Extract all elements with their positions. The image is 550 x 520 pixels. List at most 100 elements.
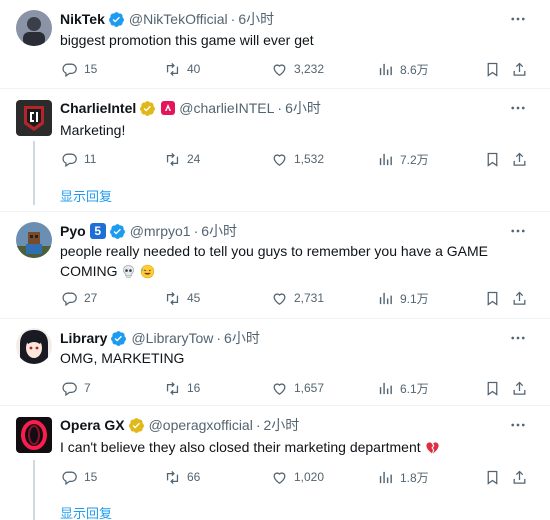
bookmark-button[interactable] <box>484 59 501 79</box>
tweet-header: Library @LibraryTow · 6小时 <box>60 328 260 348</box>
views-icon <box>379 382 392 394</box>
author-handle[interactable]: @NikTekOfficial <box>129 11 228 27</box>
reply-icon <box>62 382 77 396</box>
author-handle[interactable]: @charlieINTEL <box>179 100 274 116</box>
separator: · <box>277 100 283 116</box>
separator: · <box>230 11 236 27</box>
timestamp[interactable]: 6小时 <box>238 9 274 29</box>
timestamp[interactable]: 6小时 <box>201 221 237 241</box>
like-button[interactable]: 2,731 <box>271 288 324 308</box>
broken-heart-emoji-icon <box>425 442 439 454</box>
reply-icon <box>62 153 77 167</box>
separator: · <box>216 330 222 346</box>
action-bar: 15 40 3,232 8.6万 <box>56 59 536 79</box>
affiliate-badge-icon[interactable] <box>161 101 176 115</box>
timestamp[interactable]: 2小时 <box>264 415 300 435</box>
bookmark-icon <box>487 470 498 485</box>
separator: · <box>255 417 261 433</box>
tweet-header: CharlieIntel @charlieINTEL · 6小时 <box>60 98 321 118</box>
author-name[interactable]: Library <box>60 330 107 346</box>
like-button[interactable]: 1,532 <box>271 149 324 169</box>
avatar[interactable] <box>16 328 52 364</box>
retweet-button[interactable]: 16 <box>164 378 200 398</box>
avatar[interactable] <box>16 100 52 136</box>
action-bar: 15 66 1,020 1.8万 <box>56 467 536 487</box>
tweet-text: OMG, MARKETING <box>60 350 185 366</box>
like-button[interactable]: 1,020 <box>271 467 324 487</box>
more-icon[interactable] <box>508 9 528 29</box>
avatar[interactable] <box>16 10 52 46</box>
views-button[interactable]: 7.2万 <box>377 149 429 169</box>
retweet-button[interactable]: 40 <box>164 59 200 79</box>
bookmark-button[interactable] <box>484 467 501 487</box>
more-icon[interactable] <box>508 221 528 241</box>
views-icon <box>379 292 392 304</box>
reply-button[interactable]: 7 <box>61 378 91 398</box>
rofl-emoji-icon <box>141 264 155 279</box>
verified-blue-icon <box>110 330 127 347</box>
share-button[interactable] <box>511 288 528 308</box>
share-button[interactable] <box>511 59 528 79</box>
author-name[interactable]: Pyo <box>60 223 86 239</box>
verified-gold-icon <box>139 100 156 117</box>
tweet-operagx[interactable]: Opera GX @operagxofficial · 2小时 I can't … <box>0 406 550 520</box>
bookmark-button[interactable] <box>484 378 501 398</box>
tweet-niktek[interactable]: NikTek @NikTekOfficial · 6小时 biggest pro… <box>0 0 550 86</box>
retweet-icon <box>166 152 179 166</box>
reply-button[interactable]: 15 <box>61 467 97 487</box>
like-button[interactable]: 3,232 <box>271 59 324 79</box>
like-icon <box>273 292 286 305</box>
reply-button[interactable]: 27 <box>61 288 97 308</box>
timestamp[interactable]: 6小时 <box>224 328 260 348</box>
retweet-button[interactable]: 24 <box>164 149 200 169</box>
skull-emoji-icon <box>123 265 135 278</box>
like-button[interactable]: 1,657 <box>271 378 324 398</box>
more-icon[interactable] <box>508 98 528 118</box>
more-icon[interactable] <box>508 415 528 435</box>
author-name[interactable]: Opera GX <box>60 417 125 433</box>
show-replies-link[interactable]: 显示回复 <box>60 186 112 205</box>
bookmark-button[interactable] <box>484 288 501 308</box>
reply-button[interactable]: 15 <box>61 59 97 79</box>
reply-icon <box>62 63 77 77</box>
like-icon <box>273 471 286 484</box>
timestamp[interactable]: 6小时 <box>285 98 321 118</box>
author-name[interactable]: CharlieIntel <box>60 100 136 116</box>
avatar[interactable] <box>16 222 52 258</box>
tweet-charlieintel[interactable]: CharlieIntel @charlieINTEL · 6小时 Marketi… <box>0 89 550 213</box>
views-button[interactable]: 9.1万 <box>377 288 429 308</box>
share-button[interactable] <box>511 467 528 487</box>
bookmark-button[interactable] <box>484 149 501 169</box>
bookmark-icon <box>487 291 498 306</box>
share-icon <box>513 381 526 395</box>
views-icon <box>379 471 392 483</box>
author-handle[interactable]: @mrpyo1 <box>130 223 191 239</box>
bookmark-icon <box>487 152 498 167</box>
show-replies-link[interactable]: 显示回复 <box>60 503 112 520</box>
views-button[interactable]: 1.8万 <box>377 467 429 487</box>
avatar[interactable] <box>16 417 52 453</box>
tweet-header: Opera GX @operagxofficial · 2小时 <box>60 415 299 435</box>
share-button[interactable] <box>511 149 528 169</box>
author-handle[interactable]: @operagxofficial <box>149 417 253 433</box>
more-icon[interactable] <box>508 328 528 348</box>
views-icon <box>379 153 392 165</box>
tweet-pyo[interactable]: Pyo 5 @mrpyo1 · 6小时 people really needed… <box>0 212 550 318</box>
tweet-text: Marketing! <box>60 122 126 138</box>
reply-button[interactable]: 11 <box>61 149 96 169</box>
retweet-icon <box>166 62 179 76</box>
views-button[interactable]: 8.6万 <box>377 59 429 79</box>
author-handle[interactable]: @LibraryTow <box>131 330 213 346</box>
separator: · <box>193 223 199 239</box>
tweet-header: Pyo 5 @mrpyo1 · 6小时 <box>60 221 237 241</box>
author-name[interactable]: NikTek <box>60 11 105 27</box>
bookmark-icon <box>487 381 498 396</box>
share-icon <box>513 291 526 305</box>
retweet-button[interactable]: 66 <box>164 467 200 487</box>
thread-line <box>33 460 35 520</box>
tweet-library[interactable]: Library @LibraryTow · 6小时 OMG, MARKETING… <box>0 319 550 407</box>
like-icon <box>273 63 286 76</box>
retweet-button[interactable]: 45 <box>164 288 200 308</box>
share-button[interactable] <box>511 378 528 398</box>
views-button[interactable]: 6.1万 <box>377 378 429 398</box>
